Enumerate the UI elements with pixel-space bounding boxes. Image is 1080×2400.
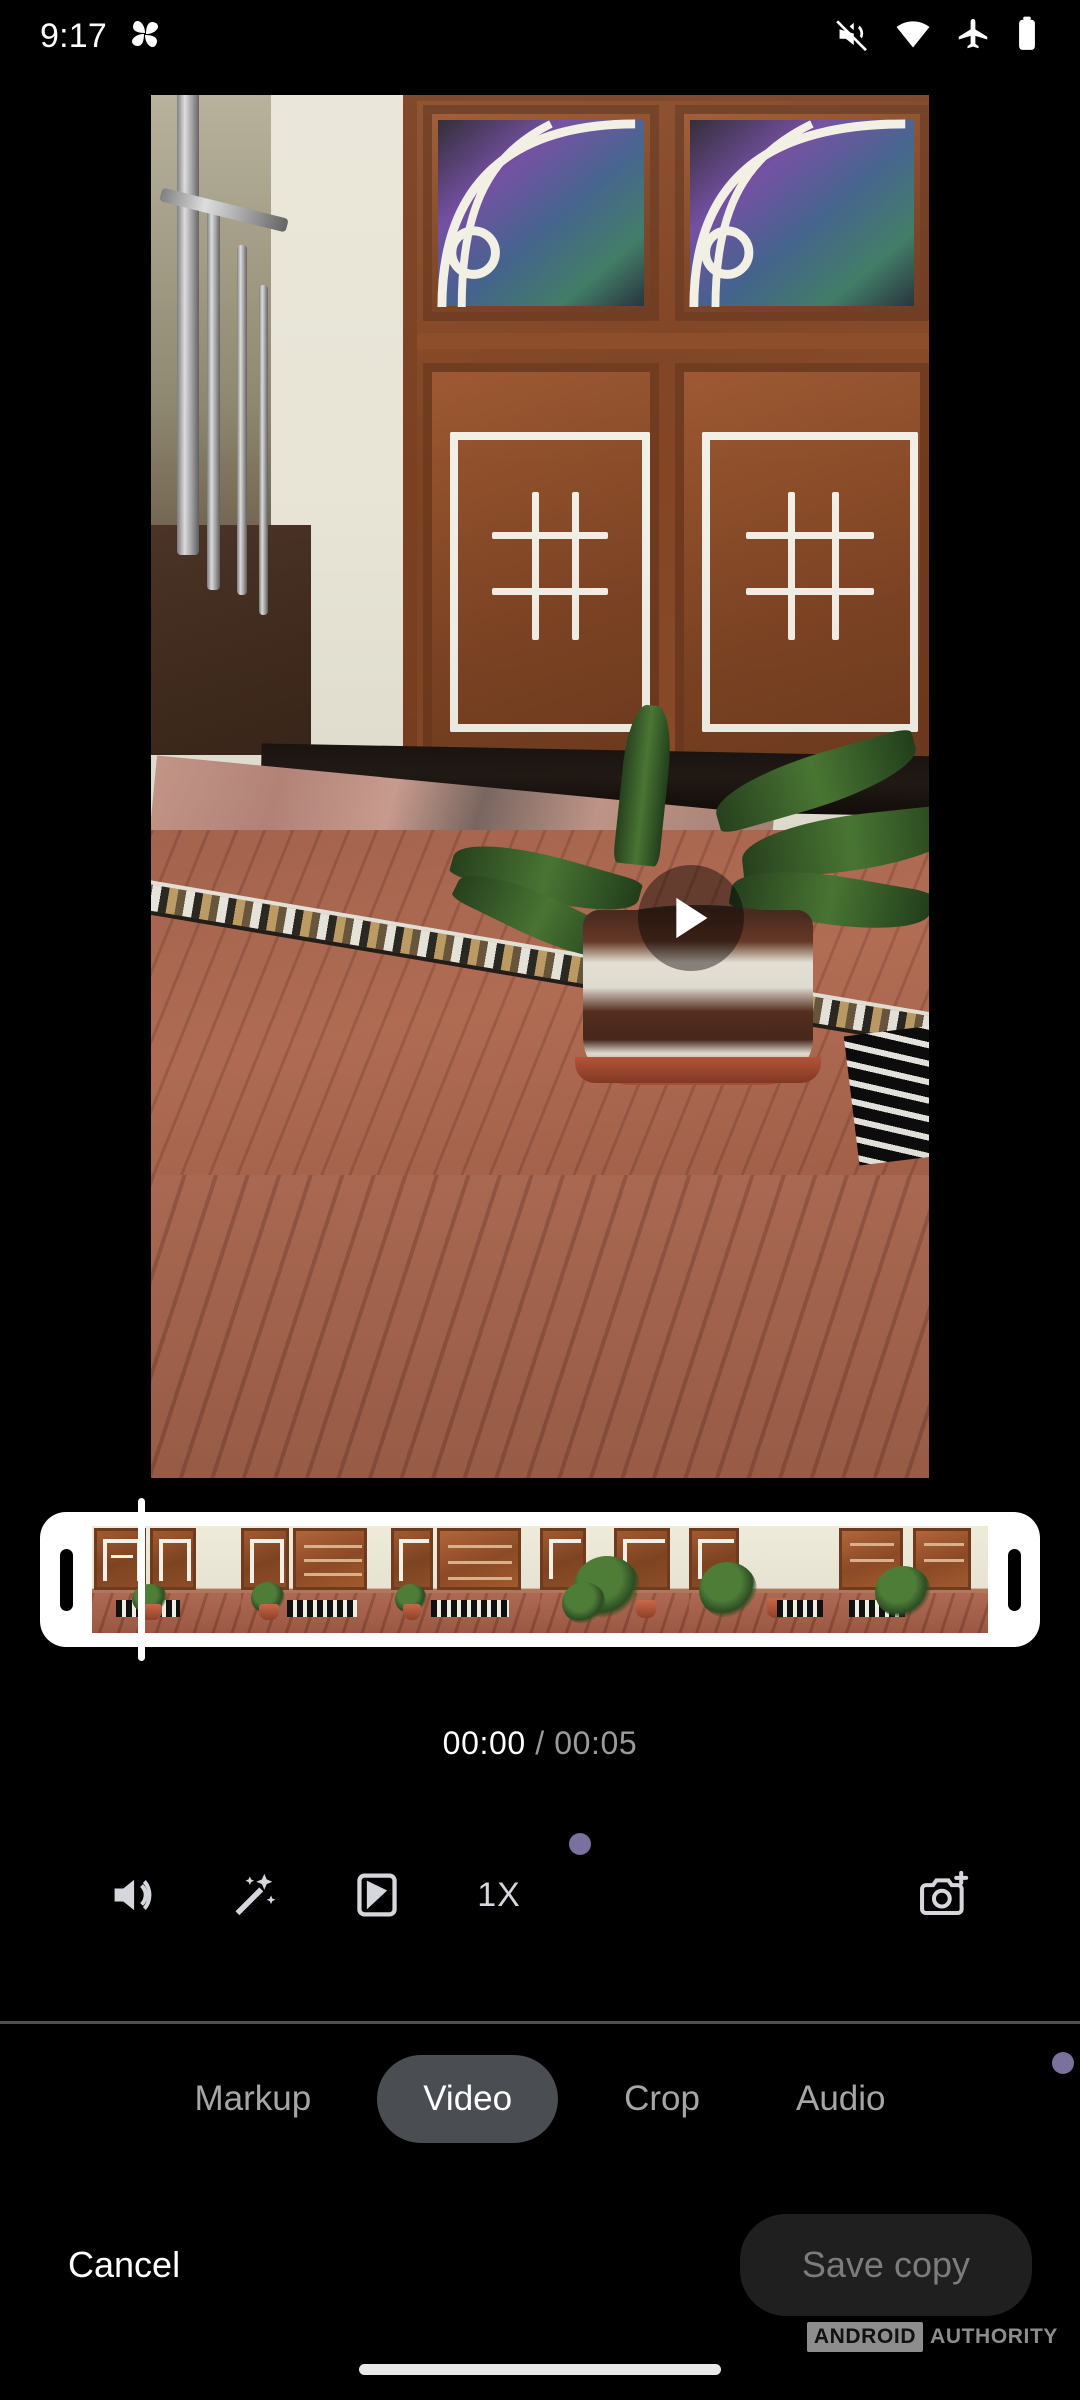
status-bar-right [834, 15, 1040, 58]
time-readout: 00:00 / 00:05 [0, 1725, 1080, 1762]
volume-icon [114, 1879, 152, 1911]
status-bar-clock: 9:17 [40, 16, 107, 55]
tab-crop[interactable]: Crop [594, 2055, 730, 2143]
enhance-button[interactable] [200, 1845, 310, 1945]
status-bar-left: 9:17 [40, 16, 163, 57]
stabilize-button[interactable] [322, 1845, 432, 1945]
volume-off-icon [834, 15, 872, 58]
audio-tab-badge-dot [1052, 2052, 1074, 2074]
stabilize-icon [357, 1873, 397, 1917]
filmstrip-frame[interactable] [838, 1526, 988, 1633]
video-preview[interactable] [151, 95, 929, 1478]
trim-handle-start[interactable] [40, 1512, 92, 1647]
trim-handle-end-grip [1007, 1548, 1021, 1611]
tab-markup[interactable]: Markup [164, 2055, 341, 2143]
battery-icon [1014, 15, 1040, 58]
editor-tab-bar: Markup Video Crop Audio [0, 2024, 1080, 2174]
current-time: 00:00 [442, 1725, 526, 1761]
google-photos-pinwheel-icon [127, 16, 163, 57]
time-separator: / [535, 1725, 545, 1761]
timeline-strip[interactable] [0, 1498, 1080, 1661]
cancel-button[interactable]: Cancel [58, 2230, 190, 2300]
watermark-suffix: AUTHORITY [930, 2325, 1058, 2348]
tab-video[interactable]: Video [377, 2055, 559, 2143]
play-button[interactable] [638, 865, 744, 971]
airplane-mode-icon [954, 15, 992, 58]
wifi-icon [894, 15, 932, 58]
video-tool-row: 1X [0, 1833, 1080, 1945]
filmstrip-frames[interactable] [92, 1526, 988, 1633]
tab-audio[interactable]: Audio [766, 2055, 916, 2143]
gesture-navigation-bar[interactable] [359, 2364, 721, 2375]
total-duration: 00:05 [554, 1725, 638, 1761]
filmstrip-frame[interactable] [539, 1526, 690, 1633]
auto-enhance-wand-icon [235, 1873, 276, 1916]
trim-track[interactable] [40, 1512, 1040, 1647]
speed-badge-dot [569, 1833, 591, 1855]
speed-button[interactable]: 1X [444, 1845, 554, 1945]
trim-handle-start-grip [59, 1548, 73, 1611]
filmstrip-frame[interactable] [689, 1526, 839, 1633]
save-copy-button[interactable]: Save copy [739, 2214, 1032, 2316]
speed-label: 1X [477, 1875, 521, 1914]
export-frame-icon [920, 1870, 969, 1916]
video-frame-image [151, 95, 929, 1478]
export-frame-button[interactable] [890, 1845, 1000, 1945]
screen-root: 9:17 00:00 / 00:05 1X Markup Video Crop … [0, 0, 1080, 2400]
watermark: ANDROID AUTHORITY [806, 2322, 1058, 2352]
status-bar: 9:17 [0, 0, 1080, 72]
filmstrip-frame[interactable] [390, 1526, 540, 1633]
volume-button[interactable] [78, 1845, 188, 1945]
filmstrip-frame[interactable] [241, 1526, 391, 1633]
play-icon [676, 897, 708, 939]
watermark-brand: ANDROID [806, 2322, 924, 2352]
playhead-scrubber[interactable] [138, 1498, 145, 1661]
filmstrip-frame[interactable] [92, 1526, 242, 1633]
trim-handle-end[interactable] [988, 1512, 1040, 1647]
